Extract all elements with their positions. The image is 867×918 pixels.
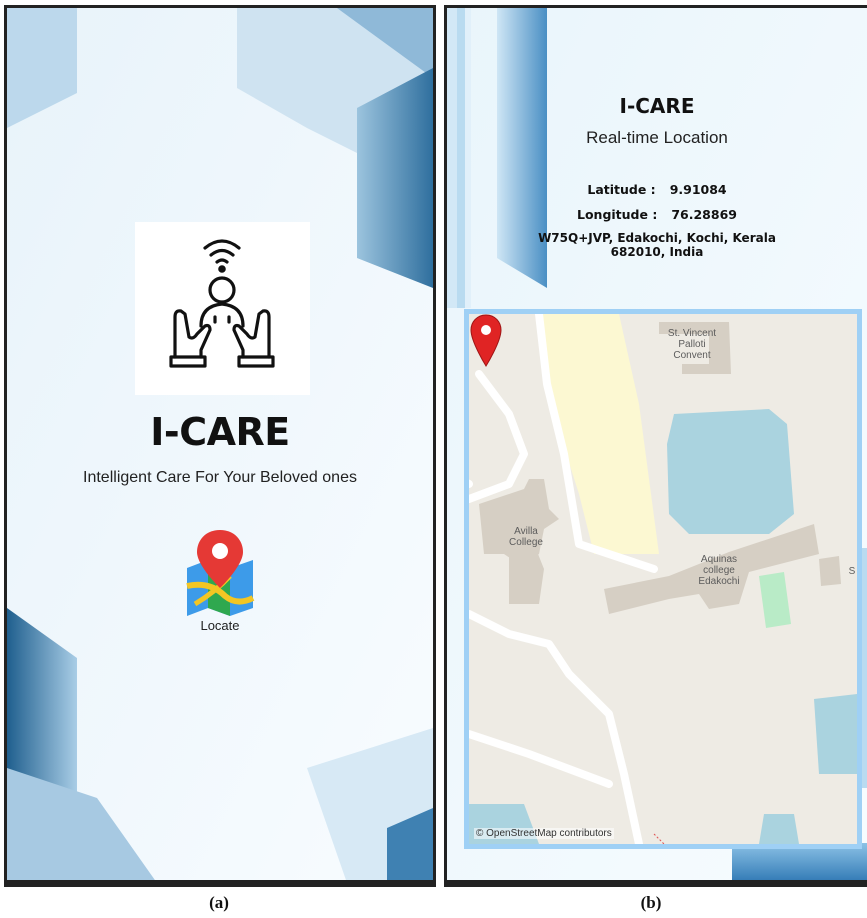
map-label-convent: St. Vincent Palloti Convent <box>657 328 727 361</box>
map-label-avilla: Avilla College <box>496 526 556 548</box>
longitude-row: Longitude : 76.28869 <box>447 207 867 222</box>
map-label-line: Aquinas <box>700 554 738 565</box>
longitude-value: 76.28869 <box>671 207 737 222</box>
address-line-2: 682010, India <box>610 245 704 259</box>
screen-home: I-CARE Intelligent Care For Your Beloved… <box>4 5 436 887</box>
map-label-line: College <box>509 537 543 548</box>
map-label-line: St. Vincent <box>667 328 717 339</box>
map-view[interactable]: St. Vincent Palloti Convent Avilla Colle… <box>464 309 862 849</box>
map-tiles <box>469 314 857 844</box>
longitude-label: Longitude : <box>577 207 658 222</box>
latitude-label: Latitude : <box>587 182 656 197</box>
map-label-line: college <box>703 565 735 576</box>
map-label-line: Edakochi <box>698 576 740 587</box>
map-label-line: Avilla <box>514 526 538 537</box>
app-logo <box>135 222 310 395</box>
map-label-edge: S <box>848 566 856 577</box>
latitude-value: 9.91084 <box>669 182 727 197</box>
latitude-row: Latitude : 9.91084 <box>447 182 867 197</box>
screen-location: I-CARE Real-time Location Latitude : 9.91… <box>444 5 867 887</box>
care-hands-wifi-icon <box>169 239 275 368</box>
address: W75Q+JVP, Edakochi, Kochi, Kerala 682010… <box>517 231 797 259</box>
map-label-line: Convent <box>673 350 711 361</box>
locate-button[interactable]: Locate <box>175 526 265 638</box>
caption-a: (a) <box>209 893 229 912</box>
map-label-aquinas: Aquinas college Edakochi <box>689 554 749 587</box>
map-label-line: Palloti <box>678 339 706 350</box>
locate-label: Locate <box>200 618 240 633</box>
address-line-1: W75Q+JVP, Edakochi, Kochi, Kerala <box>538 231 776 245</box>
map-pin-icon <box>186 530 255 616</box>
app-tagline: Intelligent Care For Your Beloved ones <box>83 469 357 486</box>
caption-b: (b) <box>640 893 662 912</box>
app-title: I-CARE <box>150 410 290 454</box>
screen-subtitle: Real-time Location <box>586 128 728 147</box>
app-title: I-CARE <box>619 94 695 118</box>
map-attribution[interactable]: © OpenStreetMap contributors <box>474 828 614 839</box>
location-pin-icon[interactable] <box>469 314 503 368</box>
